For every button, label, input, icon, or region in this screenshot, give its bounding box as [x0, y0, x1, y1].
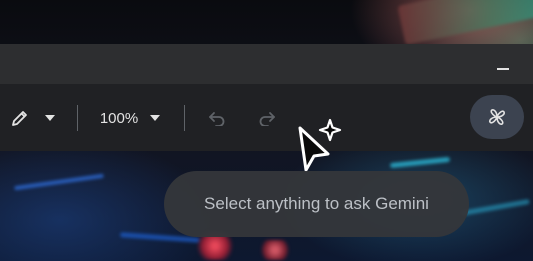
title-bar	[0, 44, 533, 84]
toolbar-divider	[184, 105, 185, 131]
chevron-down-icon	[45, 115, 55, 121]
undo-button[interactable]	[204, 106, 230, 130]
pen-tool-button[interactable]	[8, 106, 32, 130]
zoom-select[interactable]: 100%	[92, 106, 168, 130]
minimize-button[interactable]	[488, 54, 518, 76]
app-window	[0, 44, 533, 151]
gemini-button[interactable]	[470, 95, 524, 139]
pen-icon	[12, 111, 27, 126]
ask-gemini-tooltip: Select anything to ask Gemini	[164, 171, 469, 237]
chevron-down-icon	[150, 115, 161, 121]
zoom-level: 100%	[99, 109, 139, 127]
toolbar-divider	[77, 105, 78, 131]
sparkle-cursor-icon	[298, 118, 342, 172]
undo-icon	[209, 112, 225, 126]
redo-button[interactable]	[254, 106, 280, 130]
tooltip-text: Select anything to ask Gemini	[204, 194, 429, 213]
gemini-spark-icon	[489, 109, 505, 125]
pen-dropdown-button[interactable]	[42, 110, 58, 126]
redo-icon	[259, 112, 275, 126]
